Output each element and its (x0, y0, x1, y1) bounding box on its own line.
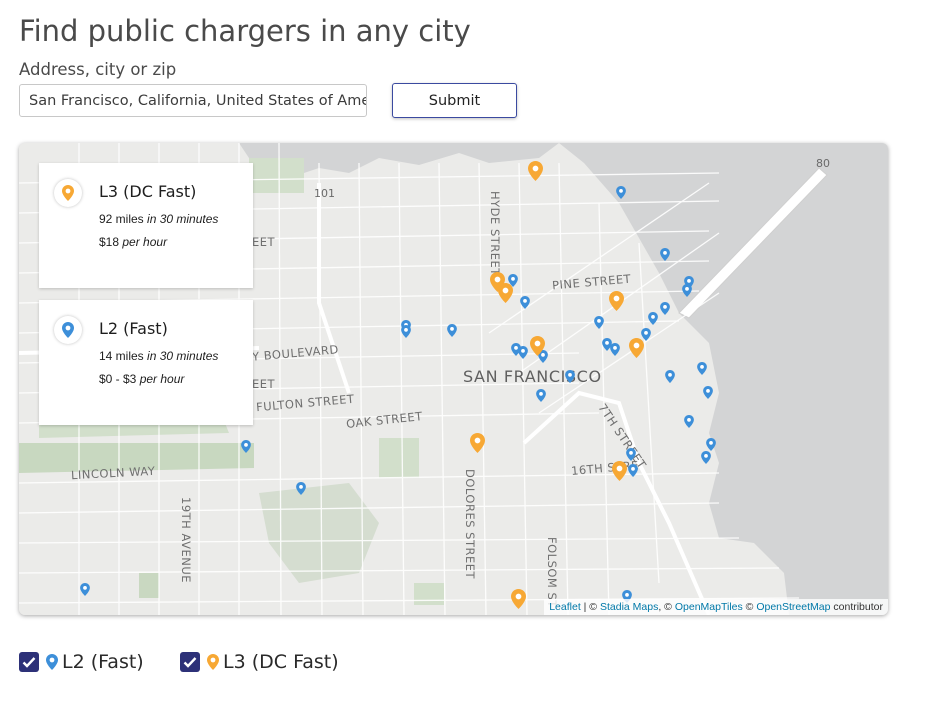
address-input[interactable]: San Francisco, California, United States… (19, 84, 367, 117)
map-pin-orange-icon (54, 179, 82, 207)
filter-label: L3 (DC Fast) (223, 651, 339, 673)
address-label: Address, city or zip (19, 60, 177, 79)
l2-charger-marker[interactable] (241, 440, 251, 453)
street-label: FOLSOM ST (545, 537, 559, 608)
l3-charger-marker[interactable] (608, 291, 624, 311)
charger-name: L2 (Fast) (99, 319, 168, 338)
l2-charger-marker[interactable] (703, 386, 713, 399)
submit-button[interactable]: Submit (392, 83, 517, 118)
l2-charger-marker[interactable] (447, 324, 457, 337)
l2-charger-marker[interactable] (401, 325, 411, 338)
charger-range: 92 miles in 30 minutes (99, 212, 219, 226)
l2-charger-marker[interactable] (660, 302, 670, 315)
l3-charger-marker[interactable] (527, 161, 543, 181)
l2-charger-marker[interactable] (706, 438, 716, 451)
stadia-link[interactable]: Stadia Maps (600, 601, 658, 613)
l3-charger-marker[interactable] (628, 338, 644, 358)
street-label: EET (252, 235, 276, 249)
l2-charger-marker[interactable] (628, 464, 638, 477)
charger-price: $0 - $3 per hour (99, 372, 185, 386)
l2-charger-marker[interactable] (684, 415, 694, 428)
l3-charger-marker[interactable] (611, 461, 627, 481)
l3-charger-marker[interactable] (510, 589, 526, 609)
l2-charger-marker[interactable] (660, 248, 670, 261)
checkbox-checked-icon[interactable] (19, 652, 39, 672)
page-title: Find public chargers in any city (19, 14, 471, 48)
highway-shield: 80 (816, 157, 830, 170)
l2-charger-marker[interactable] (665, 370, 675, 383)
filter-l2[interactable]: L2 (Fast) (19, 651, 144, 673)
street-label: DOLORES STREET (463, 469, 477, 580)
map[interactable]: HYDE STREET PINE STREET Y BOULEVARD EET … (19, 143, 888, 615)
filter-label: L2 (Fast) (62, 651, 144, 673)
leaflet-link[interactable]: Leaflet (549, 601, 581, 613)
l3-charger-marker[interactable] (469, 433, 485, 453)
charger-card-l3: L3 (DC Fast) 92 miles in 30 minutes $18 … (39, 163, 253, 288)
l2-charger-marker[interactable] (511, 343, 521, 356)
charger-price: $18 per hour (99, 235, 168, 249)
l2-charger-marker[interactable] (565, 370, 575, 383)
l2-charger-marker[interactable] (594, 316, 604, 329)
openmaptiles-link[interactable]: OpenMapTiles (675, 601, 743, 613)
l2-charger-marker[interactable] (520, 296, 530, 309)
l2-charger-marker[interactable] (682, 284, 692, 297)
l2-charger-marker[interactable] (648, 312, 658, 325)
street-label: EET (252, 377, 276, 391)
l2-charger-marker[interactable] (697, 362, 707, 375)
map-pin-blue-icon (46, 654, 58, 670)
l2-charger-marker[interactable] (296, 482, 306, 495)
l2-charger-marker[interactable] (610, 343, 620, 356)
map-pin-blue-icon (54, 316, 82, 344)
map-attribution: Leaflet | © Stadia Maps, © OpenMapTiles … (544, 599, 888, 615)
l3-charger-marker[interactable] (497, 283, 513, 303)
charger-range: 14 miles in 30 minutes (99, 349, 219, 363)
highway-shield: 101 (314, 187, 335, 200)
city-label: SAN FRANCISCO (463, 367, 602, 386)
charger-card-l2: L2 (Fast) 14 miles in 30 minutes $0 - $3… (39, 300, 253, 425)
street-label: HYDE STREET (488, 191, 502, 276)
filter-l3[interactable]: L3 (DC Fast) (180, 651, 339, 673)
l2-charger-marker[interactable] (80, 583, 90, 596)
l2-charger-marker[interactable] (701, 451, 711, 464)
map-pin-orange-icon (207, 654, 219, 670)
openstreetmap-link[interactable]: OpenStreetMap (756, 601, 830, 613)
street-label: 19TH AVENUE (179, 497, 193, 584)
checkbox-checked-icon[interactable] (180, 652, 200, 672)
charger-name: L3 (DC Fast) (99, 182, 197, 201)
l2-charger-marker[interactable] (616, 186, 626, 199)
l2-charger-marker[interactable] (626, 448, 636, 461)
l3-charger-marker[interactable] (529, 336, 545, 356)
l2-charger-marker[interactable] (536, 389, 546, 402)
